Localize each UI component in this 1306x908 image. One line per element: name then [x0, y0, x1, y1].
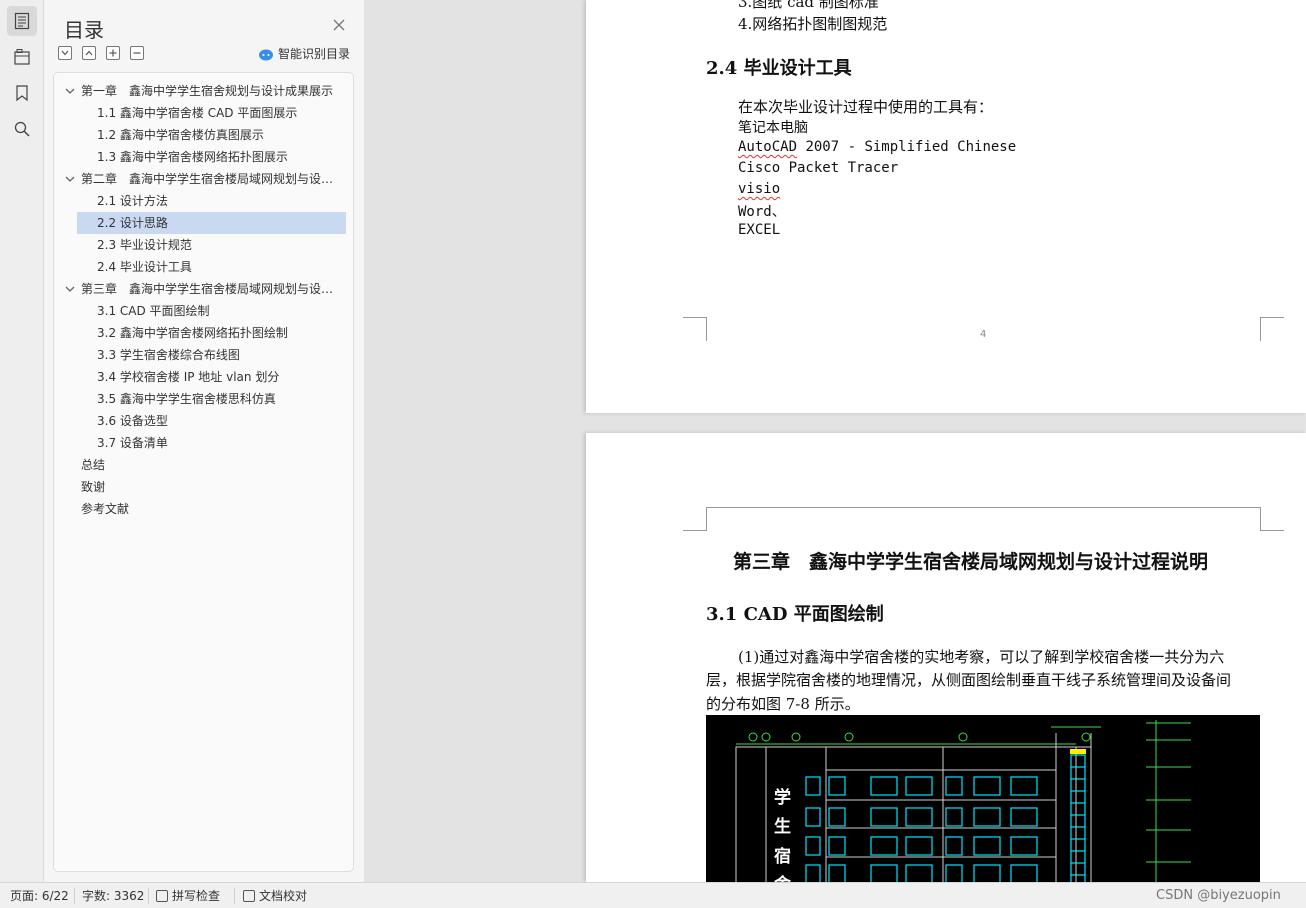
chapter-title: 第三章 鑫海中学学生宿舍楼局域网规划与设计过程说明 [733, 551, 1209, 573]
crop-mark [1260, 317, 1284, 341]
divider [148, 888, 149, 904]
document-gutter [364, 0, 586, 882]
outline-icon[interactable] [7, 6, 37, 36]
section-heading-3-1: 3.1 CAD 平面图绘制 [706, 604, 884, 625]
page-indicator[interactable]: 页面: 6/22 [10, 883, 69, 908]
tool-item-autocad-rest: 2007 - Simplified Chinese [797, 139, 1017, 155]
toc-section-item[interactable]: 3.4 学校宿舍楼 IP 地址 vlan 划分 [77, 366, 346, 388]
toc-chapter-item[interactable]: 第二章 鑫海中学学生宿舍楼局域网规划与设计过程说明 [77, 168, 345, 190]
toc-section-item[interactable]: 1.2 鑫海中学宿舍楼仿真图展示 [77, 124, 346, 146]
toc-section-item[interactable]: 3.2 鑫海中学宿舍楼网络拓扑图绘制 [77, 322, 346, 344]
smart-cloud-icon [259, 49, 273, 60]
divider [234, 888, 235, 904]
tool-item: Word、 [738, 204, 786, 220]
bookmark-icon[interactable] [7, 78, 37, 108]
left-icon-rail [0, 0, 44, 882]
toc-section-item[interactable]: 3.3 学生宿舍楼综合布线图 [77, 344, 346, 366]
proofread-icon [243, 890, 255, 902]
spell-check-label: 拼写检查 [172, 889, 221, 903]
navigation-icon[interactable] [7, 42, 37, 72]
list-item-4: 4.网络拓扑图制图规范 [738, 15, 888, 33]
remove-level-icon[interactable] [130, 46, 144, 60]
toc-section-item[interactable]: 3.7 设备清单 [77, 432, 346, 454]
toc-title: 目录 [64, 18, 104, 42]
word-count[interactable]: 字数: 3362 [82, 883, 144, 908]
toc-list: 第一章 鑫海中学学生宿舍规划与设计成果展示 1.1 鑫海中学宿舍楼 CAD 平面图… [53, 72, 354, 872]
chevron-down-icon[interactable] [64, 283, 76, 295]
doc-proofread-button[interactable]: 文档校对 [243, 883, 307, 908]
paragraph-line: (1)通过对鑫海中学宿舍楼的实地考察，可以了解到学校宿舍楼一共分为六 [738, 648, 1225, 666]
toc-chapter-item[interactable]: 第三章 鑫海中学学生宿舍楼局域网规划与设计过程说明 [77, 278, 345, 300]
chevron-down-icon[interactable] [64, 173, 76, 185]
tool-item-autocad-word: AutoCAD [738, 139, 798, 155]
tool-item: visio [738, 181, 781, 197]
toc-section-item[interactable]: 1.3 鑫海中学宿舍楼网络拓扑图展示 [77, 146, 346, 168]
status-bar: 页面: 6/22 字数: 3362 拼写检查 文档校对 CSDN @biyezu… [0, 882, 1306, 908]
proofread-label: 文档校对 [259, 889, 308, 903]
cad-vertical-char: 学 [774, 788, 791, 808]
add-level-icon[interactable] [106, 46, 120, 60]
paragraph-line: 层，根据学院宿舍楼的地理情况，从侧面图绘制垂直干线子系统管理间及设备间 [706, 671, 1232, 689]
toc-section-item[interactable]: 1.1 鑫海中学宿舍楼 CAD 平面图展示 [77, 102, 346, 124]
smart-toc-label: 智能识别目录 [278, 47, 351, 61]
tools-intro: 在本次毕业设计过程中使用的工具有： [738, 98, 994, 116]
paragraph-line: 的分布如图 7-8 所示。 [706, 695, 860, 713]
toc-section-item[interactable]: 2.1 设计方法 [77, 190, 346, 212]
document-page-4: 3.图纸 cad 制图标准 4.网络拓扑图制图规范 2.4 毕业设计工具 在本次… [586, 0, 1306, 413]
cad-vertical-char: 舍 [774, 870, 791, 882]
smart-toc-button[interactable]: 智能识别目录 [258, 45, 350, 62]
toc-panel: 目录 智能识别目录 第一章 鑫海中学学生宿舍规划与设计成果展示 1.1 鑫海中学宿… [44, 0, 364, 882]
tool-item: AutoCAD 2007 - Simplified Chinese [738, 139, 1016, 155]
cad-vertical-char: 宿 [774, 847, 791, 867]
crop-mark [1260, 507, 1284, 531]
cad-vertical-char: 生 [774, 817, 791, 837]
close-icon[interactable] [331, 17, 347, 33]
collapse-all-icon[interactable] [82, 46, 96, 60]
tool-item: 笔记本电脑 [738, 120, 808, 136]
cad-drawing-image: 学 生 宿 舍 [706, 715, 1260, 882]
search-icon[interactable] [7, 114, 37, 144]
document-page-5: 第三章 鑫海中学学生宿舍楼局域网规划与设计过程说明 3.1 CAD 平面图绘制 … [586, 433, 1306, 882]
list-item-3: 3.图纸 cad 制图标准 [738, 0, 879, 11]
spell-check-icon [156, 890, 168, 902]
toc-item[interactable]: 致谢 [77, 476, 345, 498]
toc-item[interactable]: 参考文献 [77, 498, 345, 520]
header-rule [707, 507, 1260, 508]
toc-section-item[interactable]: 3.5 鑫海中学学生宿舍楼思科仿真 [77, 388, 346, 410]
toc-chapter-item[interactable]: 第一章 鑫海中学学生宿舍规划与设计成果展示 [77, 80, 345, 102]
divider [74, 888, 75, 904]
toc-section-item[interactable]: 2.4 毕业设计工具 [77, 256, 346, 278]
toc-section-item[interactable]: 2.3 毕业设计规范 [77, 234, 346, 256]
toc-item[interactable]: 总结 [77, 454, 345, 476]
crop-mark [683, 317, 707, 341]
watermark: CSDN @biyezuopin [1156, 888, 1281, 903]
tool-item: EXCEL [738, 222, 781, 238]
tool-item: Cisco Packet Tracer [738, 160, 899, 176]
toc-section-item[interactable]: 3.1 CAD 平面图绘制 [77, 300, 346, 322]
spell-check-button[interactable]: 拼写检查 [156, 883, 220, 908]
expand-all-icon[interactable] [58, 46, 72, 60]
chevron-down-icon[interactable] [64, 85, 76, 97]
toc-section-item[interactable]: 2.2 设计思路 [77, 212, 346, 234]
page-number: 4 [980, 329, 987, 340]
crop-mark [683, 507, 707, 531]
toc-section-item[interactable]: 3.6 设备选型 [77, 410, 346, 432]
section-heading-2-4: 2.4 毕业设计工具 [706, 58, 852, 79]
